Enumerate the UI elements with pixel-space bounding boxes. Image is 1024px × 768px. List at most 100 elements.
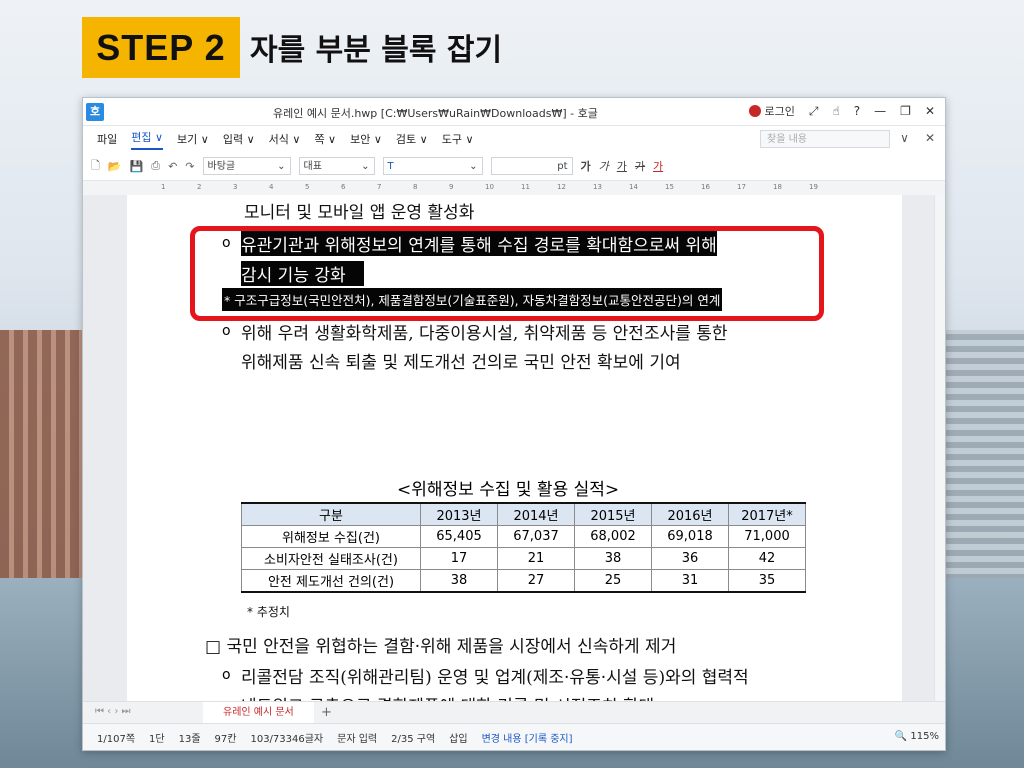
table-cell: 위해정보 수집(건) (241, 525, 421, 548)
account-icon (748, 105, 761, 117)
status-page[interactable]: 1/107쪽 (97, 730, 135, 745)
font-lang-value: 대표 (303, 161, 322, 172)
status-track-changes[interactable]: 변경 내용 [기록 중지] (482, 730, 573, 745)
table-cell: 71,000 (728, 525, 806, 548)
table-row: 소비자안전 실태조사(건) 17 21 38 36 42 (241, 547, 806, 570)
font-color-button[interactable]: 가 (653, 158, 663, 174)
add-tab-button[interactable]: + (321, 705, 332, 720)
status-insert[interactable]: 삽입 (449, 730, 467, 745)
table-row: 위해정보 수집(건) 65,405 67,037 68,002 69,018 7… (241, 525, 806, 548)
status-section: 1단 (149, 733, 165, 745)
vertical-scrollbar[interactable] (934, 195, 945, 701)
ruler-mark: 7 (377, 183, 382, 191)
menu-tools[interactable]: 도구 ∨ (442, 131, 474, 147)
ruler-mark: 2 (197, 183, 202, 191)
close-icon[interactable]: ✕ (925, 131, 935, 145)
selected-note-line: * 구조구급정보(국민안전처), 제품결함정보(기술표준원), 자동차결함정보(… (222, 288, 723, 311)
text-line: 네트워크 구축으로 결함제품에 대한 리콜 및 시정조치 확대 (241, 692, 654, 701)
menu-security[interactable]: 보안 ∨ (350, 131, 382, 147)
table-cell: 35 (728, 569, 806, 593)
table-header: 2014년 (497, 502, 575, 526)
table-cell: 67,037 (497, 525, 575, 548)
text-line: 모니터 및 모바일 앱 운영 활성화 (244, 203, 475, 223)
redo-icon[interactable]: ↷ (185, 160, 194, 173)
bold-button[interactable]: 가 (581, 158, 591, 174)
menu-edit[interactable]: 편집 ∨ (131, 129, 164, 150)
table-header: 2015년 (574, 502, 652, 526)
table-cell: 42 (728, 547, 806, 570)
chevron-down-icon: ⌄ (277, 161, 286, 172)
status-zone: 2/35 구역 (391, 733, 436, 745)
ruler-mark: 16 (701, 183, 710, 191)
table-header: 2017년* (728, 502, 806, 526)
menu-insert[interactable]: 입력 ∨ (223, 131, 255, 147)
menu-file[interactable]: 파일 (97, 131, 117, 147)
login-label: 로그인 (764, 105, 795, 118)
underline-button[interactable]: 가 (617, 158, 627, 174)
new-document-icon[interactable]: 🗋 (91, 157, 100, 176)
help-button[interactable]: ? (854, 104, 860, 118)
maximize-button[interactable]: ❐ (900, 104, 911, 118)
data-table: 구분 2013년 2014년 2015년 2016년 2017년* 위해정보 수… (241, 502, 806, 593)
ruler-mark: 1 (161, 183, 166, 191)
toolbar: 🗋 📂 💾 ⎙ ↶ ↷ 바탕글 ⌄ 대표 ⌄ T ⌄ pt 가 가 가 가 가 (83, 152, 945, 181)
save-icon[interactable]: 💾 (130, 160, 144, 173)
italic-button[interactable]: 가 (599, 158, 609, 174)
status-mode: 문자 입력 (337, 733, 378, 745)
font-size-input[interactable]: pt (490, 157, 573, 175)
print-icon[interactable]: ⎙ (151, 159, 160, 173)
menu-review[interactable]: 검토 ∨ (396, 131, 428, 147)
document-page[interactable]: 모니터 및 모바일 앱 운영 활성화 o 유관기관과 위해정보의 연계를 통해 … (127, 195, 902, 701)
font-lang-select[interactable]: 대표 ⌄ (298, 157, 375, 175)
background-building-left (0, 330, 85, 580)
ruler-mark: 11 (521, 183, 530, 191)
resize-arrows-icon[interactable]: ⤢ (809, 104, 819, 119)
font-select[interactable]: T ⌄ (382, 157, 483, 175)
menu-page[interactable]: 쪽 ∨ (314, 131, 336, 147)
ruler-mark: 10 (485, 183, 494, 191)
table-header: 구분 (241, 502, 421, 526)
status-col: 97칸 (214, 733, 237, 745)
section-heading: □ 국민 안전을 위협하는 결함·위해 제품을 시장에서 신속하게 제거 (205, 637, 677, 657)
table-cell: 68,002 (574, 525, 652, 548)
zoom-level[interactable]: 🔍 115% (895, 731, 939, 742)
open-folder-icon[interactable]: 📂 (108, 160, 122, 173)
ruler-mark: 17 (737, 183, 746, 191)
menu-bar: 파일 편집 ∨ 보기 ∨ 입력 ∨ 서식 ∨ 쪽 ∨ 보안 ∨ 검토 ∨ 도구 … (83, 126, 945, 152)
table-header-row: 구분 2013년 2014년 2015년 2016년 2017년* (241, 502, 806, 526)
document-tab-bar: ⏮ ‹ › ⏭ 유레인 예시 문서 + (83, 701, 945, 726)
strikethrough-button[interactable]: 가 (635, 158, 645, 174)
hwp-window: 호 유레인 예시 문서.hwp [C:₩Users₩uRain₩Download… (82, 97, 946, 751)
selected-text-line: 감시 기능 강화 (241, 261, 364, 286)
table-cell: 25 (574, 569, 652, 593)
find-input[interactable]: 찾을 내용 (760, 130, 890, 148)
ruler-mark: 14 (629, 183, 638, 191)
login-button[interactable]: 로그인 (748, 103, 795, 119)
bullet-marker: o (222, 235, 231, 251)
ruler-mark: 19 (809, 183, 818, 191)
text-line: 위해제품 신속 퇴출 및 제도개선 건의로 국민 안전 확보에 기여 (241, 353, 681, 373)
menu-format[interactable]: 서식 ∨ (269, 131, 301, 147)
style-select[interactable]: 바탕글 ⌄ (202, 157, 291, 175)
chevron-down-icon[interactable]: ∨ (900, 131, 909, 145)
menu-view[interactable]: 보기 ∨ (177, 131, 209, 147)
table-cell: 21 (497, 547, 575, 570)
hand-icon[interactable]: ☝ (832, 104, 839, 118)
table-title: <위해정보 수집 및 활용 실적> (397, 480, 620, 500)
text-line: 위해 우려 생활화학제품, 다중이용시설, 취약제품 등 안전조사를 통한 (241, 324, 728, 344)
minimize-button[interactable]: — (874, 104, 886, 118)
table-row: 안전 제도개선 건의(건) 38 27 25 31 35 (241, 569, 806, 593)
undo-icon[interactable]: ↶ (168, 160, 177, 173)
ruler[interactable]: 1 2 3 4 5 6 7 8 9 10 11 12 13 14 15 16 17 18 19 (83, 181, 945, 196)
ruler-mark: 9 (449, 183, 454, 191)
hwp-app-icon[interactable]: 호 (86, 102, 104, 121)
zoom-value: 115% (910, 731, 939, 742)
table-cell: 38 (574, 547, 652, 570)
chevron-down-icon: ⌄ (469, 161, 478, 172)
table-cell: 31 (651, 569, 729, 593)
status-chars: 103/73346글자 (250, 733, 324, 745)
table-cell: 17 (420, 547, 498, 570)
editor-area[interactable]: 모니터 및 모바일 앱 운영 활성화 o 유관기관과 위해정보의 연계를 통해 … (83, 195, 935, 701)
close-button[interactable]: ✕ (925, 104, 935, 118)
nav-arrows-icon[interactable]: ⏮ ‹ › ⏭ (95, 706, 131, 717)
